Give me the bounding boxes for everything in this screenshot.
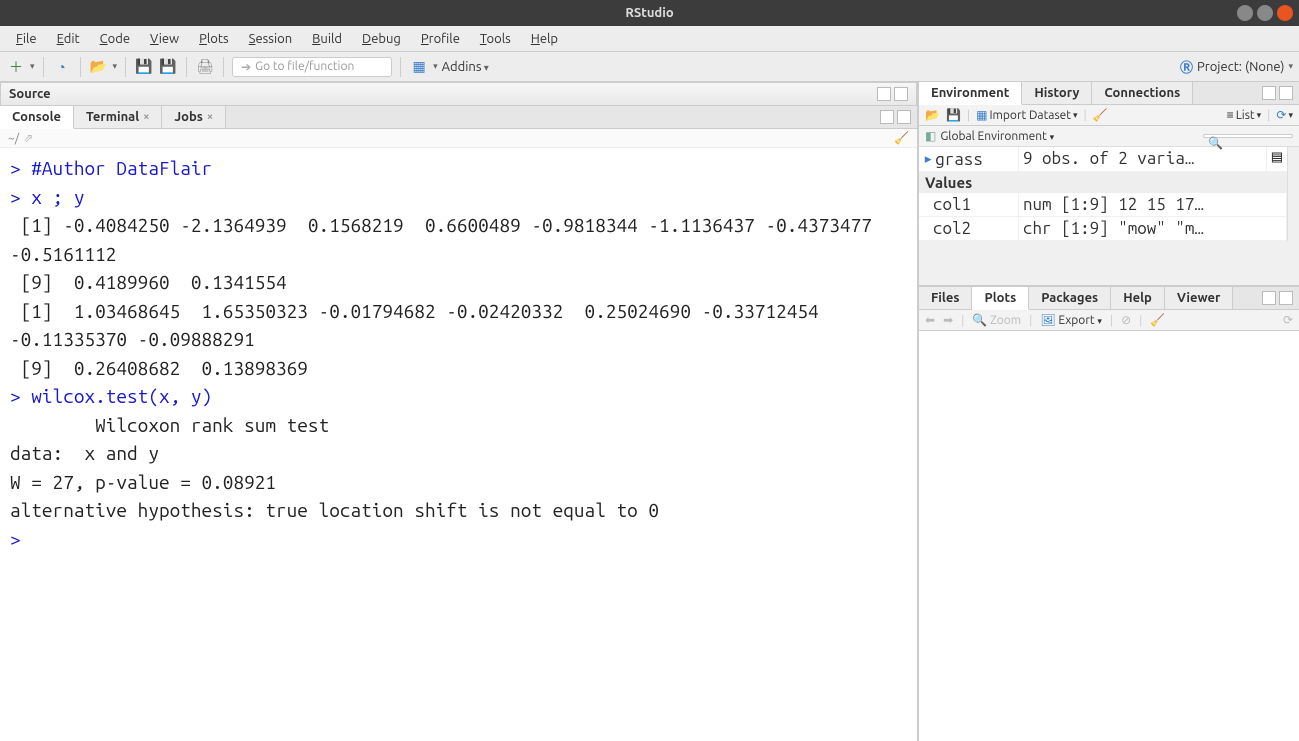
- window-controls: [1237, 5, 1293, 21]
- clear-console-icon[interactable]: 🧹: [894, 131, 909, 145]
- open-file-icon[interactable]: 📂: [89, 57, 109, 77]
- menu-bar: File Edit Code View Plots Session Build …: [0, 26, 1299, 52]
- clear-env-icon[interactable]: 🧹: [1093, 108, 1108, 122]
- tab-packages[interactable]: Packages: [1029, 287, 1111, 309]
- env-tabs: Environment History Connections: [919, 82, 1299, 105]
- plots-body: [919, 331, 1299, 741]
- print-icon[interactable]: 🖨: [195, 57, 215, 77]
- import-dataset-dropdown[interactable]: ▦ Import Dataset ▾: [976, 108, 1077, 122]
- close-icon[interactable]: ×: [143, 111, 149, 123]
- plots-max-icon[interactable]: [1279, 291, 1293, 305]
- source-pane-header: Source: [0, 82, 917, 106]
- search-icon: 🔍: [1208, 136, 1223, 150]
- source-max-icon[interactable]: [894, 87, 908, 101]
- save-workspace-icon[interactable]: 💾: [946, 108, 961, 122]
- env-data-row[interactable]: ▸grass 9 obs. of 2 varia… ▤: [919, 147, 1287, 172]
- menu-debug[interactable]: Debug: [354, 29, 409, 49]
- expand-icon[interactable]: ▸: [923, 149, 933, 169]
- console-min-icon[interactable]: [880, 110, 894, 124]
- load-workspace-icon[interactable]: 📂: [925, 108, 940, 122]
- grid-icon[interactable]: ▦: [409, 57, 429, 77]
- close-button[interactable]: [1277, 5, 1293, 21]
- menu-build[interactable]: Build: [304, 29, 350, 49]
- save-all-icon[interactable]: 💾: [158, 57, 178, 77]
- addins-dropdown[interactable]: Addins: [442, 60, 489, 74]
- menu-file[interactable]: File: [8, 29, 45, 49]
- tab-history[interactable]: History: [1022, 82, 1092, 104]
- view-list-dropdown[interactable]: ≡ List ▾: [1227, 108, 1262, 122]
- main-toolbar: ＋▾ ◔ 📂▾ 💾 💾 🖨 ➔Go to file/function ▦▾ Ad…: [0, 52, 1299, 82]
- tab-connections[interactable]: Connections: [1092, 82, 1193, 104]
- project-label: Project: (None): [1197, 60, 1284, 74]
- tab-files[interactable]: Files: [919, 287, 972, 309]
- menu-session[interactable]: Session: [241, 29, 300, 49]
- zoom-button[interactable]: 🔍 Zoom: [972, 313, 1021, 327]
- menu-tools[interactable]: Tools: [472, 29, 519, 49]
- minimize-button[interactable]: [1237, 5, 1253, 21]
- tab-terminal[interactable]: Terminal×: [74, 106, 162, 128]
- maximize-button[interactable]: [1257, 5, 1273, 21]
- menu-code[interactable]: Code: [92, 29, 138, 49]
- new-file-icon[interactable]: ＋: [6, 57, 26, 77]
- plots-min-icon[interactable]: [1262, 291, 1276, 305]
- plot-prev-icon[interactable]: ⬅: [925, 313, 935, 327]
- menu-edit[interactable]: Edit: [49, 29, 88, 49]
- new-project-icon[interactable]: ◔: [52, 57, 72, 77]
- refresh-plots-icon[interactable]: ⟳: [1283, 313, 1293, 327]
- env-value-row[interactable]: col1 num [1:9] 12 15 17…: [919, 193, 1287, 217]
- close-icon[interactable]: ×: [207, 111, 213, 123]
- clear-plots-icon[interactable]: 🧹: [1150, 313, 1165, 327]
- env-search-input[interactable]: 🔍: [1203, 134, 1293, 138]
- console-max-icon[interactable]: [897, 110, 911, 124]
- tab-viewer[interactable]: Viewer: [1165, 287, 1234, 309]
- source-min-icon[interactable]: [877, 87, 891, 101]
- tab-plots[interactable]: Plots: [972, 287, 1029, 310]
- env-scope-icon: ◧: [925, 129, 936, 143]
- title-bar: RStudio: [0, 0, 1299, 26]
- tab-jobs[interactable]: Jobs×: [162, 106, 226, 128]
- console-working-dir: ~/: [8, 132, 19, 145]
- tab-console[interactable]: Console: [0, 106, 74, 129]
- export-dropdown[interactable]: 🖼 Export ▾: [1040, 313, 1101, 327]
- console-path-bar: ~/ ⇗ 🧹: [0, 129, 917, 148]
- env-scope-dropdown[interactable]: Global Environment ▾: [940, 130, 1054, 143]
- env-value-row[interactable]: col2 chr [1:9] "mow" "m…: [919, 217, 1287, 241]
- menu-help[interactable]: Help: [523, 29, 566, 49]
- menu-plots[interactable]: Plots: [191, 29, 237, 49]
- env-min-icon[interactable]: [1262, 86, 1276, 100]
- env-scope-bar: ◧ Global Environment ▾ 🔍: [919, 126, 1299, 147]
- goto-file-placeholder: Go to file/function: [255, 60, 354, 73]
- env-values-header: Values: [919, 172, 1287, 193]
- console-tabs: Console Terminal× Jobs×: [0, 106, 917, 129]
- env-max-icon[interactable]: [1279, 86, 1293, 100]
- plots-toolbar: ⬅ ➡ | 🔍 Zoom | 🖼 Export ▾ | ⊘ | 🧹 ⟳: [919, 310, 1299, 331]
- console-body[interactable]: > #Author DataFlair> x ; y [1] -0.408425…: [0, 148, 917, 741]
- save-icon[interactable]: 💾: [134, 57, 154, 77]
- menu-view[interactable]: View: [142, 29, 187, 49]
- r-icon: Ⓡ: [1180, 57, 1193, 76]
- path-arrow-icon[interactable]: ⇗: [23, 131, 33, 145]
- plot-next-icon[interactable]: ➡: [943, 313, 953, 327]
- plots-tabs: Files Plots Packages Help Viewer: [919, 287, 1299, 310]
- env-toolbar: 📂 💾 | ▦ Import Dataset ▾ | 🧹 ≡ List ▾ | …: [919, 105, 1299, 126]
- remove-plot-icon[interactable]: ⊘: [1121, 313, 1131, 327]
- menu-profile[interactable]: Profile: [413, 29, 468, 49]
- tab-environment[interactable]: Environment: [919, 82, 1022, 105]
- goto-file-input[interactable]: ➔Go to file/function: [232, 57, 392, 77]
- sheet-icon[interactable]: ▤: [1267, 147, 1287, 171]
- refresh-env-icon[interactable]: ⟳ ▾: [1276, 108, 1293, 122]
- tab-help[interactable]: Help: [1111, 287, 1165, 309]
- source-pane-title: Source: [9, 87, 51, 101]
- env-scrollbar[interactable]: [1287, 147, 1299, 241]
- project-indicator[interactable]: Ⓡ Project: (None) ▾: [1180, 57, 1293, 76]
- window-title: RStudio: [625, 6, 673, 20]
